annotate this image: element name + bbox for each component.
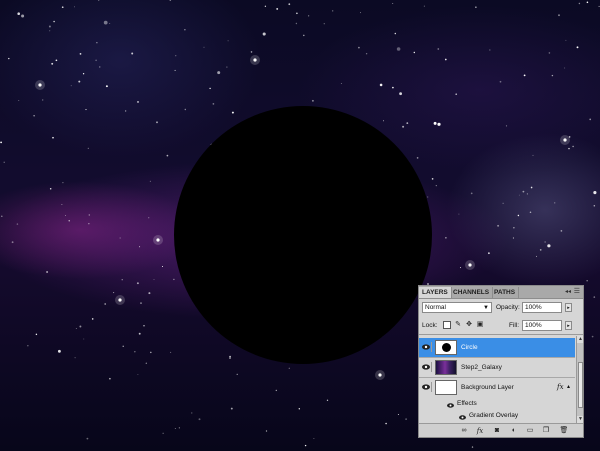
tab-layers[interactable]: LAYERS (419, 287, 452, 298)
tab-channels[interactable]: CHANNELS (450, 287, 494, 298)
panel-tab-bar: LAYERS CHANNELS PATHS ◂◂ ☰ (419, 286, 583, 299)
new-layer-icon[interactable]: ❐ (541, 426, 551, 436)
expand-effects-arrow-icon[interactable]: ▴ (567, 383, 570, 390)
eye-visibility-icon[interactable] (421, 342, 432, 352)
layer-thumbnail-circle (435, 340, 457, 355)
fill-slider-arrow-icon[interactable]: ▸ (565, 321, 572, 330)
opacity-label: Opacity: (496, 304, 520, 311)
adjustment-layer-icon[interactable]: ◐ (509, 426, 519, 436)
blend-mode-select[interactable]: Normal ▼ (422, 302, 492, 313)
effects-label: Effects (457, 400, 477, 407)
layer-name: Circle (461, 344, 478, 351)
effect-row-gradient-overlay[interactable]: Gradient Overlay (419, 410, 575, 422)
eye-visibility-icon[interactable] (421, 382, 432, 392)
layer-list-scrollbar[interactable]: ▲ ▼ (576, 336, 583, 423)
layer-name: Background Layer (461, 384, 514, 391)
fill-input[interactable]: 100% (522, 320, 562, 331)
add-mask-icon[interactable]: ◙ (492, 426, 502, 436)
effects-row[interactable]: Effects (419, 398, 575, 410)
blend-mode-value: Normal (425, 304, 446, 311)
panel-footer: ∞ fx ◙ ◐ ▭ ❐ 🗑 (419, 423, 583, 437)
layer-name: Step2_Galaxy (461, 364, 502, 371)
new-group-folder-icon[interactable]: ▭ (525, 426, 535, 436)
lock-all-icon[interactable]: ▣ (476, 321, 484, 329)
tab-paths[interactable]: PATHS (491, 287, 520, 298)
circle-shape[interactable] (174, 106, 432, 364)
layer-row-circle[interactable]: Circle (419, 338, 575, 358)
scroll-thumb[interactable] (578, 362, 583, 408)
fill-label: Fill: (509, 322, 520, 329)
scroll-up-icon[interactable]: ▲ (577, 336, 583, 343)
lock-transparency-icon[interactable] (443, 321, 451, 329)
layer-thumbnail-galaxy (435, 360, 457, 375)
lock-position-move-icon[interactable]: ✥ (465, 321, 473, 329)
layer-thumbnail-white (435, 380, 457, 395)
panel-collapse-icon[interactable]: ◂◂ (565, 287, 571, 297)
layers-panel: LAYERS CHANNELS PATHS ◂◂ ☰ Normal ▼ Opac… (418, 285, 584, 438)
delete-layer-trash-icon[interactable]: 🗑 (559, 426, 569, 436)
effect-item-label: Gradient Overlay (469, 412, 519, 419)
panel-menu-icon[interactable]: ☰ (574, 288, 580, 296)
layer-row-galaxy[interactable]: Step2_Galaxy (419, 358, 575, 378)
link-layers-icon[interactable]: ∞ (459, 426, 469, 436)
chevron-down-icon: ▼ (483, 305, 489, 311)
opacity-input[interactable]: 100% (522, 302, 562, 313)
eye-visibility-icon[interactable] (421, 362, 432, 372)
lock-label: Lock: (422, 322, 438, 329)
add-layer-style-icon[interactable]: fx (475, 426, 485, 436)
layer-list: Circle Step2_Galaxy Background Layer fx … (419, 336, 575, 423)
fx-icon[interactable]: fx (557, 383, 564, 391)
scroll-down-icon[interactable]: ▼ (577, 416, 583, 423)
lock-pixels-brush-icon[interactable]: ✎ (454, 321, 462, 329)
opacity-slider-arrow-icon[interactable]: ▸ (565, 303, 572, 312)
layer-row-background[interactable]: Background Layer fx ▴ (419, 378, 575, 398)
